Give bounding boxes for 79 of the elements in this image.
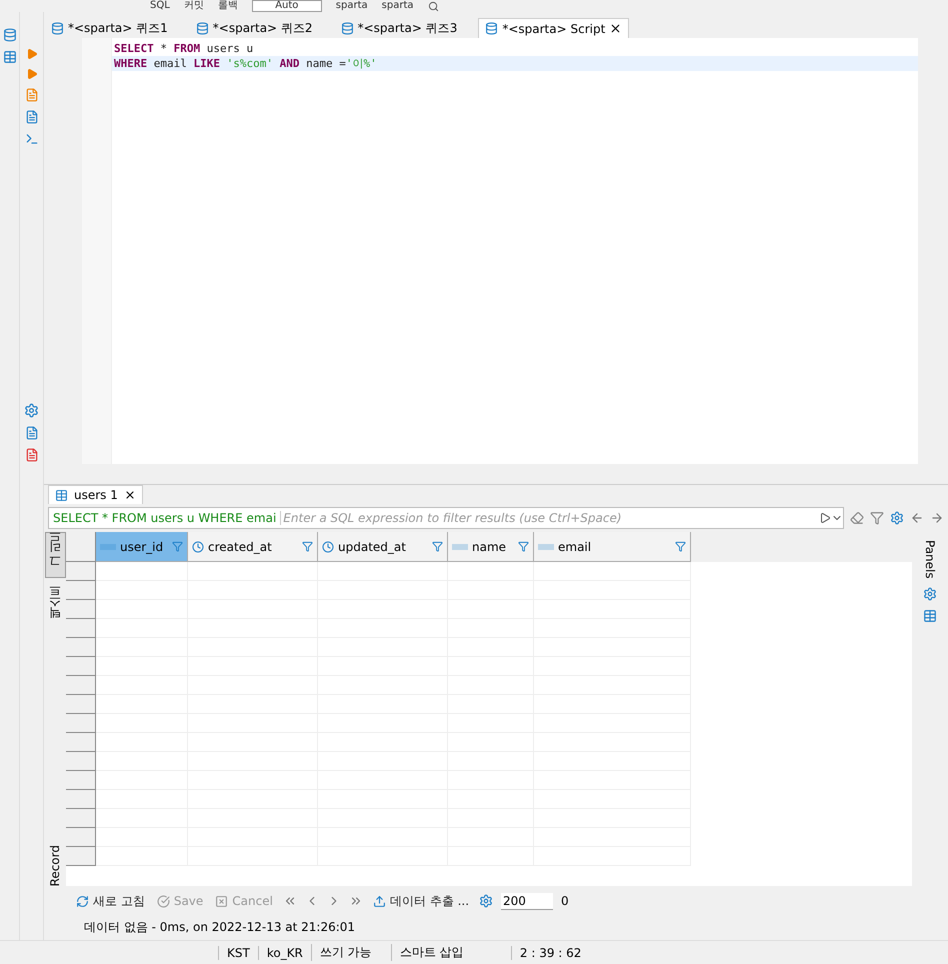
close-icon[interactable]: [609, 22, 622, 35]
status-field: ko_KR: [258, 946, 311, 960]
status-message: 데이터 없음 - 0ms, on 2022-12-13 at 21:26:01: [84, 918, 356, 936]
settings-icon[interactable]: [923, 586, 937, 601]
editor-tab[interactable]: *<sparta> Script: [478, 18, 630, 38]
row-header[interactable]: [66, 600, 96, 619]
row-header[interactable]: [66, 790, 96, 809]
record-toggle[interactable]: Record: [48, 844, 62, 886]
column-header[interactable]: updated_at: [318, 532, 448, 562]
row-header[interactable]: [66, 581, 96, 600]
clock-icon: [322, 540, 334, 552]
status-field: 2 : 39 : 62: [510, 946, 590, 960]
run-icon[interactable]: [819, 512, 831, 524]
row-header[interactable]: [66, 771, 96, 790]
editor-tab[interactable]: *<sparta> 퀴즈2: [188, 18, 320, 38]
check-icon: [156, 894, 170, 908]
settings-icon[interactable]: [890, 511, 904, 525]
eraser-icon[interactable]: [850, 511, 864, 525]
filter-icon[interactable]: [172, 541, 183, 552]
clock-icon: [192, 540, 204, 552]
filter-icon[interactable]: [675, 541, 686, 552]
fetch-size-field[interactable]: 200: [501, 892, 554, 910]
toolbar-button[interactable]: 롤백: [218, 1, 238, 11]
filter-icon[interactable]: [518, 541, 529, 552]
row-header[interactable]: [66, 657, 96, 676]
forward-icon[interactable]: [930, 511, 944, 525]
row-header[interactable]: [66, 695, 96, 714]
row-header[interactable]: [66, 847, 96, 866]
database-icon[interactable]: [2, 28, 16, 42]
file-error-icon[interactable]: [24, 448, 38, 462]
terminal-icon[interactable]: [24, 132, 38, 146]
column-header[interactable]: created_at: [188, 532, 318, 562]
view-tab[interactable]: 그리드: [44, 532, 66, 578]
back-icon[interactable]: [910, 511, 924, 525]
status-field: 쓰기 가능: [310, 944, 391, 961]
row-header[interactable]: [66, 676, 96, 695]
row-header[interactable]: [66, 562, 96, 581]
row-count: 0: [561, 894, 569, 908]
row-header[interactable]: [66, 638, 96, 657]
refresh-button[interactable]: 새로 고침: [74, 892, 147, 910]
export-button[interactable]: 데이터 추출 ...: [370, 892, 472, 910]
transaction-mode-field[interactable]: Auto: [252, 0, 322, 12]
table-icon[interactable]: [923, 608, 937, 623]
filter-field[interactable]: SELECT * FROM users u WHERE emai Enter a SQL expression to filter results (use Ctrl+Space): [48, 507, 844, 529]
datasource-selector[interactable]: sparta: [336, 1, 368, 11]
settings-icon[interactable]: [24, 403, 39, 418]
schema-selector[interactable]: sparta: [382, 1, 414, 11]
export-icon[interactable]: [24, 426, 38, 440]
table-icon: [55, 488, 68, 502]
filter-icon[interactable]: [870, 511, 884, 525]
toolbar-button[interactable]: 커밋: [184, 1, 204, 11]
view-tab[interactable]: 텍스트: [44, 586, 66, 632]
close-icon[interactable]: [124, 489, 136, 501]
column-header[interactable]: name: [448, 532, 534, 562]
column-header[interactable]: user_id: [96, 532, 188, 562]
row-header[interactable]: [66, 619, 96, 638]
row-header[interactable]: [66, 828, 96, 847]
column-header[interactable]: email: [534, 532, 691, 562]
sql-editor[interactable]: SELECT * FROM users u WHERE email LIKE 's%com' AND name ='이%': [82, 38, 918, 478]
settings-icon[interactable]: [479, 894, 494, 908]
corner-cell: [66, 532, 96, 562]
filter-icon[interactable]: [432, 541, 443, 552]
row-header[interactable]: [66, 809, 96, 828]
search-icon[interactable]: [428, 0, 439, 12]
status-field: KST: [218, 946, 258, 960]
toolbar-button[interactable]: SQL: [150, 1, 170, 11]
cancel-icon: [215, 894, 228, 908]
editor-tab[interactable]: *<sparta> 퀴즈1: [44, 18, 175, 38]
editor-tab[interactable]: *<sparta> 퀴즈3: [334, 18, 464, 38]
status-field: 스마트 삽입: [390, 944, 511, 961]
results-tab[interactable]: users 1: [48, 485, 143, 504]
row-header[interactable]: [66, 752, 96, 771]
filter-icon[interactable]: [302, 541, 313, 552]
panels-toggle[interactable]: Panels: [923, 540, 937, 579]
code-line: SELECT * FROM users u: [113, 41, 254, 56]
refresh-icon: [76, 894, 89, 908]
upload-icon: [372, 894, 386, 908]
row-header[interactable]: [66, 714, 96, 733]
row-header[interactable]: [66, 733, 96, 752]
